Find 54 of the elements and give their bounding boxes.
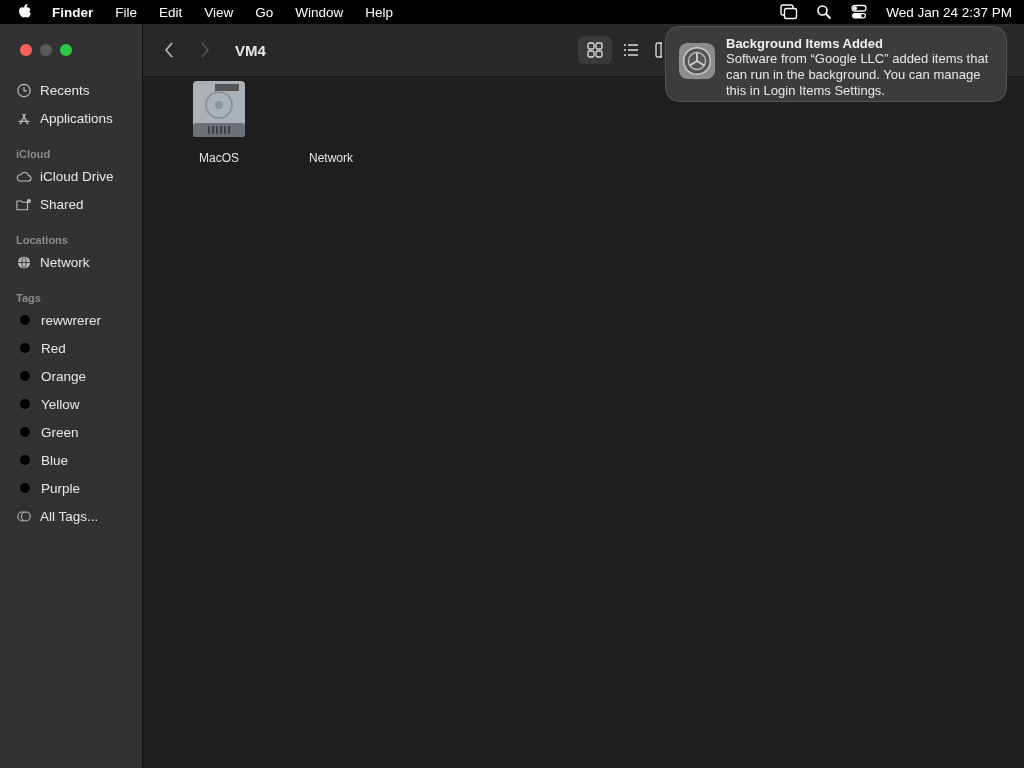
sidebar-item[interactable]: All Tags...: [16, 502, 142, 530]
sidebar-item[interactable]: Blue: [16, 446, 142, 474]
grid-view-button[interactable]: [578, 36, 612, 64]
back-button[interactable]: [163, 41, 175, 59]
sidebar-item[interactable]: Network: [16, 248, 142, 276]
sidebar-item[interactable]: iCloud Drive: [16, 162, 142, 190]
gear-icon: [678, 42, 716, 80]
control-center-icon[interactable]: [850, 4, 869, 20]
tag-dot: [20, 455, 30, 465]
menu-item[interactable]: Go: [255, 4, 274, 20]
grid-icon: [587, 42, 603, 58]
menu-item[interactable]: View: [204, 4, 234, 20]
menu-item[interactable]: Edit: [159, 4, 183, 20]
tags-icon: [16, 508, 32, 524]
folder-entry[interactable]: Network: [275, 79, 387, 165]
notification-banner[interactable]: Background Items Added Software from “Google LLC” added items that can run in the background. You can manage this in Login Items Settings.: [665, 26, 1007, 102]
sidebar-section-title: Locations: [16, 233, 69, 248]
notification-text: Software from “Google LLC” added items that can run in the background. You can manage this in Login Items Settings.: [726, 51, 990, 99]
clock-icon: [16, 82, 32, 98]
tag-dot: [20, 399, 30, 409]
menu-item[interactable]: Window: [295, 4, 344, 20]
sidebar-item[interactable]: Recents: [16, 76, 142, 104]
tag-dot: [20, 315, 30, 325]
globe-icon: [16, 254, 32, 270]
tag-dot: [20, 371, 30, 381]
sidebar-item[interactable]: Purple: [16, 474, 142, 502]
sidebar-item[interactable]: Shared: [16, 190, 142, 218]
shared-folder-icon: [16, 196, 32, 212]
sidebar-section-title: iCloud: [16, 147, 52, 162]
sidebar-section-title: Tags: [16, 291, 42, 306]
sidebar-item[interactable]: Applications: [16, 104, 142, 132]
windows-icon[interactable]: [780, 4, 799, 20]
columns-icon: [654, 42, 662, 58]
tag-dot: [20, 483, 30, 493]
menu-bar-clock[interactable]: Wed Jan 24 2:37 PM: [886, 4, 1012, 20]
apple-icon[interactable]: [18, 4, 32, 20]
tag-dot: [20, 427, 30, 437]
notification-title: Background Items Added: [726, 36, 884, 51]
sidebar-item[interactable]: Green: [16, 418, 142, 446]
window-title: VM4: [235, 41, 266, 59]
tag-dot: [20, 343, 30, 353]
menu-item[interactable]: File: [115, 4, 138, 20]
folder-entry[interactable]: MacOS: [163, 79, 275, 165]
menu-item[interactable]: Help: [365, 4, 394, 20]
sidebar-item[interactable]: Red: [16, 334, 142, 362]
list-icon: [623, 42, 639, 58]
sidebar-item[interactable]: Orange: [16, 362, 142, 390]
hard-drive-icon: [191, 79, 247, 139]
search-icon[interactable]: [815, 4, 834, 20]
sidebar-item[interactable]: rewwrerer: [16, 306, 142, 334]
zoom-button[interactable]: [60, 44, 72, 56]
close-button[interactable]: [20, 44, 32, 56]
sidebar-item[interactable]: Yellow: [16, 390, 142, 418]
app-menu[interactable]: Finder: [52, 4, 94, 20]
